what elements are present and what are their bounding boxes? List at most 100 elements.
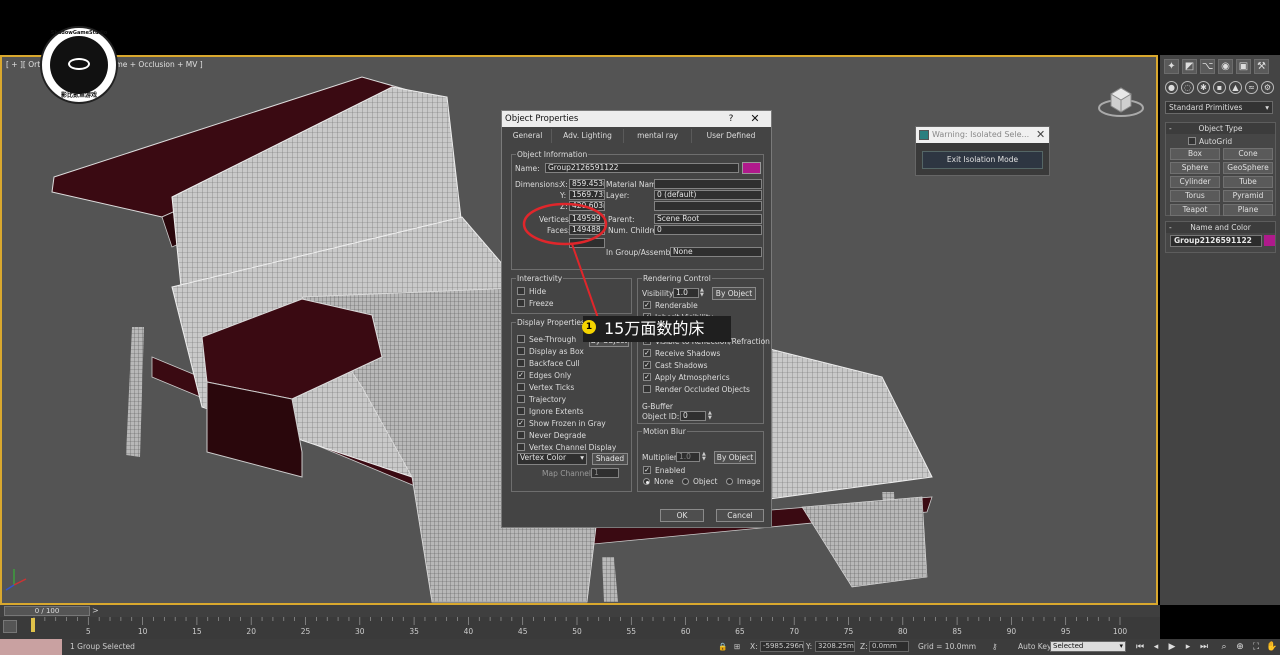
display-option-checkbox[interactable] — [517, 407, 525, 415]
utilities-icon[interactable]: ⚒ — [1254, 59, 1269, 74]
geosphere-button[interactable]: GeoSphere — [1223, 162, 1273, 174]
display-option-checkbox[interactable] — [517, 395, 525, 403]
display-option-checkbox[interactable] — [517, 383, 525, 391]
next-frame-icon[interactable]: > — [92, 606, 99, 615]
parent-field: Scene Root — [654, 214, 762, 224]
lights-icon[interactable]: ✱ — [1197, 81, 1210, 94]
absolute-mode-icon[interactable]: ⊞ — [734, 642, 740, 651]
pyramid-button[interactable]: Pyramid — [1223, 190, 1273, 202]
object-color-swatch[interactable] — [742, 162, 761, 174]
visibility-spinner[interactable]: ▲ ▼ — [700, 288, 706, 298]
viewcube-icon[interactable] — [1097, 82, 1145, 118]
close-icon[interactable]: ✕ — [748, 111, 762, 127]
status-x-field[interactable]: -5985.296m — [760, 641, 804, 652]
auto-key-button[interactable]: Auto Key — [1018, 642, 1051, 651]
tab-general[interactable]: General — [504, 129, 552, 143]
zoom-icon[interactable]: ⌕ — [1218, 642, 1230, 652]
object-id-field[interactable]: 0 — [680, 411, 706, 421]
vertex-color-dropdown[interactable]: Vertex Color ▾ — [517, 453, 587, 465]
multiplier-field[interactable]: 1.0 — [676, 452, 700, 462]
modify-icon[interactable]: ◩ — [1182, 59, 1197, 74]
box-button[interactable]: Box — [1170, 148, 1220, 160]
object-id-spinner[interactable]: ▲ ▼ — [708, 411, 714, 421]
cancel-button[interactable]: Cancel — [716, 509, 764, 522]
key-icon[interactable]: ⚷ — [992, 642, 998, 651]
enabled-checkbox[interactable]: ✓ — [643, 466, 651, 474]
hierarchy-icon[interactable]: ⌥ — [1200, 59, 1215, 74]
geometry-icon[interactable]: ● — [1165, 81, 1178, 94]
display-option-checkbox[interactable] — [517, 347, 525, 355]
selected-dropdown[interactable]: Selected ▾ — [1050, 641, 1126, 652]
plane-button[interactable]: Plane — [1223, 204, 1273, 216]
multiplier-spinner[interactable]: ▲ ▼ — [702, 452, 708, 462]
display-option-checkbox[interactable] — [517, 431, 525, 439]
object-name-field[interactable]: Group2126591122 — [545, 163, 739, 173]
create-icon[interactable]: ✦ — [1164, 59, 1179, 74]
map-channel-label: Map Channel: — [542, 469, 594, 478]
render-option-checkbox[interactable]: ✓ — [643, 361, 651, 369]
ok-button[interactable]: OK — [660, 509, 704, 522]
object-type-header[interactable]: - Object Type — [1166, 123, 1275, 134]
visibility-field[interactable]: 1.0 — [673, 288, 699, 298]
display-option-checkbox[interactable]: ✓ — [517, 419, 525, 427]
tab-adv-lighting[interactable]: Adv. Lighting — [552, 129, 624, 143]
name-and-color-header[interactable]: - Name and Color — [1166, 222, 1275, 233]
exit-isolation-button[interactable]: Exit Isolation Mode — [922, 151, 1043, 169]
status-z-field[interactable]: 0.0mm — [869, 641, 909, 652]
lock-icon[interactable]: 🔒 — [718, 642, 727, 651]
maxscript-listener[interactable] — [0, 639, 62, 655]
timeline-ruler[interactable]: 5 10 15 20 25 30 35 40 45 50 55 60 65 70 75 80 85 90 95 100 — [0, 617, 1160, 639]
display-option-checkbox[interactable] — [517, 443, 525, 451]
motion-icon[interactable]: ◉ — [1218, 59, 1233, 74]
help-button[interactable]: ? — [725, 111, 737, 127]
pan-icon[interactable]: ✋ — [1266, 642, 1278, 652]
primitive-category-dropdown[interactable]: Standard Primitives ▾ — [1165, 101, 1273, 114]
render-option-checkbox[interactable]: ✓ — [643, 349, 651, 357]
cameras-icon[interactable]: ▪ — [1213, 81, 1226, 94]
tube-button[interactable]: Tube — [1223, 176, 1273, 188]
annotation-callout: 1 15万面数的床 — [582, 316, 731, 342]
shaded-button[interactable]: Shaded — [592, 453, 628, 465]
zoom-all-icon[interactable]: ⊕ — [1234, 642, 1246, 652]
spacewarps-icon[interactable]: ≈ — [1245, 81, 1258, 94]
time-slider-thumb[interactable]: 0 / 100 — [4, 606, 90, 616]
cone-button[interactable]: Cone — [1223, 148, 1273, 160]
current-frame-marker[interactable] — [31, 618, 35, 632]
play-icon[interactable]: ▶ — [1166, 642, 1178, 652]
prev-frame-icon[interactable]: ◂ — [1150, 642, 1162, 652]
goto-start-icon[interactable]: ⏮ — [1134, 642, 1146, 652]
status-y-field[interactable]: 3208.25mm — [815, 641, 855, 652]
map-channel-field[interactable]: 1 — [591, 468, 619, 478]
display-icon[interactable]: ▣ — [1236, 59, 1251, 74]
torus-button[interactable]: Torus — [1170, 190, 1220, 202]
none-radio[interactable] — [643, 478, 650, 485]
cylinder-button[interactable]: Cylinder — [1170, 176, 1220, 188]
systems-icon[interactable]: ⚙ — [1261, 81, 1274, 94]
object-radio[interactable] — [682, 478, 689, 485]
ruler-tick-label: 5 — [86, 627, 91, 636]
display-option-checkbox[interactable]: ✓ — [517, 371, 525, 379]
tab-mental-ray[interactable]: mental ray — [624, 129, 692, 143]
motion-by-object-button[interactable]: By Object — [714, 451, 756, 464]
image-radio[interactable] — [726, 478, 733, 485]
time-slider[interactable]: 0 / 100 > — [0, 605, 1160, 617]
shapes-icon[interactable]: ◌ — [1181, 81, 1194, 94]
display-option-checkbox[interactable] — [517, 335, 525, 343]
sphere-button[interactable]: Sphere — [1170, 162, 1220, 174]
rendering-by-object-button[interactable]: By Object — [712, 287, 756, 300]
object-color-swatch[interactable] — [1264, 235, 1275, 246]
teapot-button[interactable]: Teapot — [1170, 204, 1220, 216]
display-option-checkbox[interactable] — [517, 359, 525, 367]
render-option-checkbox[interactable]: ✓ — [643, 301, 651, 309]
render-option-checkbox[interactable]: ✓ — [643, 373, 651, 381]
autogrid-checkbox[interactable] — [1188, 137, 1196, 145]
next-key-icon[interactable]: ▸ — [1182, 642, 1194, 652]
helpers-icon[interactable]: ▲ — [1229, 81, 1242, 94]
render-option-checkbox[interactable] — [643, 385, 651, 393]
tab-user-defined[interactable]: User Defined — [692, 129, 770, 143]
close-icon[interactable]: ✕ — [1036, 127, 1045, 143]
zoom-extents-icon[interactable]: ⛶ — [1250, 642, 1262, 652]
multiplier-label: Multiplier: — [642, 453, 680, 462]
object-name-field[interactable]: Group2126591122 — [1170, 235, 1262, 247]
goto-end-icon[interactable]: ⏭ — [1198, 642, 1210, 652]
